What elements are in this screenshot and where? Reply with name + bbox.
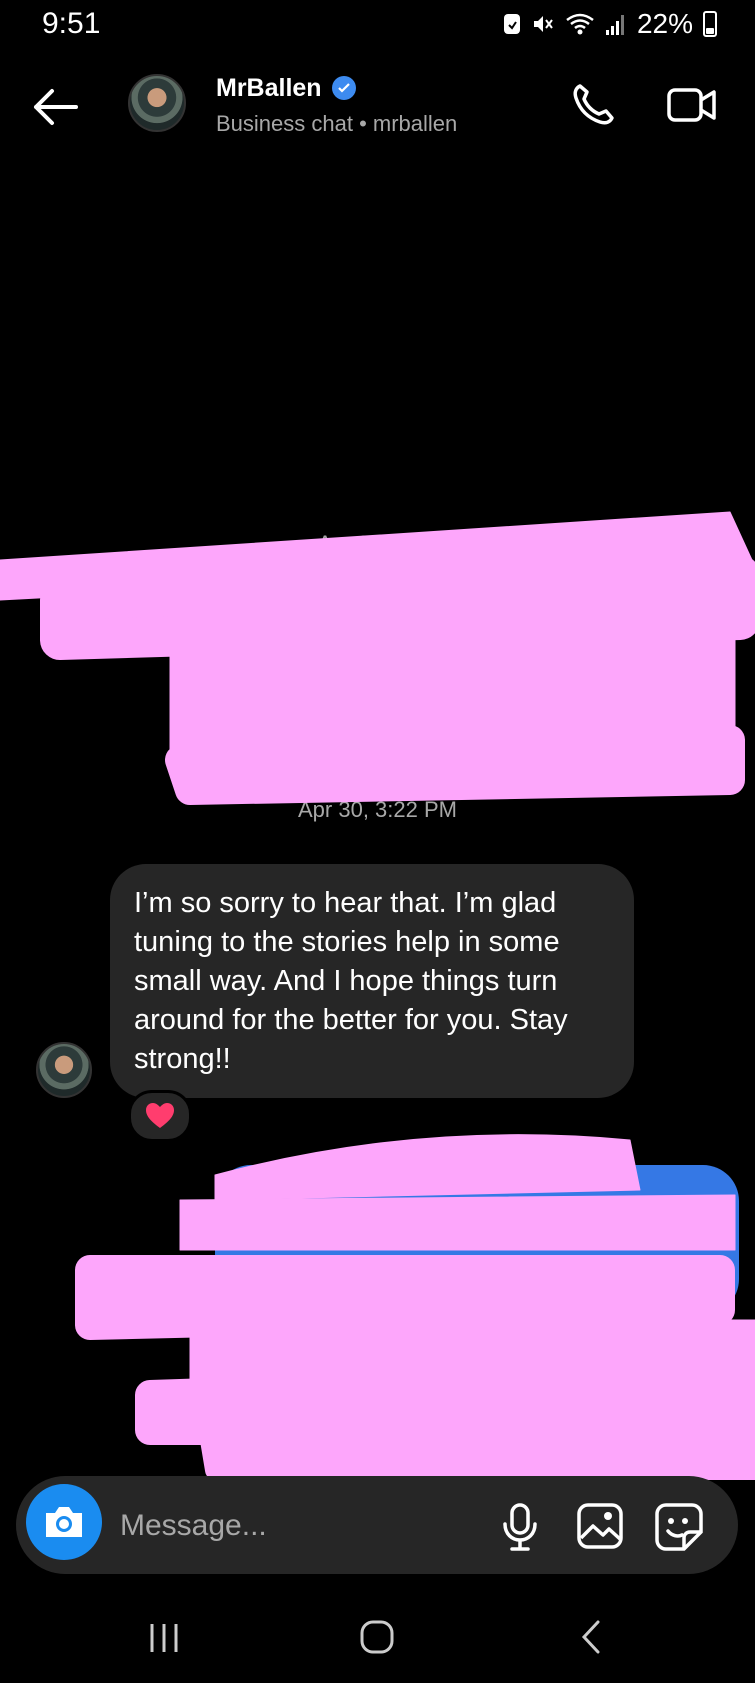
sticker-icon: [655, 1503, 703, 1551]
camera-button[interactable]: [26, 1484, 102, 1560]
gallery-button[interactable]: [576, 1502, 624, 1550]
voice-message-button[interactable]: [498, 1502, 542, 1552]
back-arrow-icon: [34, 89, 78, 125]
sender-avatar[interactable]: [36, 1042, 92, 1098]
contact-subtitle: Business chat • mrballen: [216, 111, 458, 136]
microphone-icon: [503, 1503, 537, 1551]
camera-icon: [46, 1507, 82, 1537]
incoming-message-bubble[interactable]: I’m so sorry to hear that. I’m glad tuni…: [110, 864, 634, 1098]
nav-back-button[interactable]: [576, 1618, 606, 1656]
home-icon: [360, 1620, 394, 1654]
battery-icon: [703, 11, 717, 37]
signal-icon: [605, 15, 624, 35]
battery-percent: 22%: [636, 8, 693, 39]
contact-avatar[interactable]: [128, 74, 186, 132]
outgoing-message-bubble[interactable]: [215, 1165, 739, 1315]
message-timestamp: Apr 30, 10:1: [317, 531, 438, 556]
heart-icon: [146, 1103, 174, 1128]
redaction-scribble: [0, 511, 755, 1507]
video-call-button[interactable]: [666, 82, 718, 128]
message-timestamp: Apr 30, 3:22 PM: [298, 797, 457, 822]
contact-name[interactable]: MrBallen: [216, 72, 356, 104]
nav-home-button[interactable]: [358, 1618, 396, 1656]
status-icons: 22%: [503, 8, 717, 40]
verified-badge-icon: [331, 76, 356, 100]
phone-icon: [573, 84, 614, 125]
contact-name-label: MrBallen: [216, 74, 322, 102]
incoming-message-text: I’m so sorry to hear that. I’m glad tuni…: [134, 887, 568, 1075]
gallery-icon: [577, 1503, 623, 1549]
sticker-button[interactable]: [654, 1502, 704, 1552]
recents-icon: [150, 1624, 178, 1652]
nav-back-icon: [581, 1620, 600, 1654]
message-reaction[interactable]: [128, 1090, 192, 1142]
message-input[interactable]: [118, 1498, 482, 1554]
lock-icon: [503, 14, 520, 34]
wifi-icon: [566, 13, 594, 35]
nav-recents-button[interactable]: [146, 1620, 182, 1656]
back-button[interactable]: [28, 82, 84, 132]
voice-call-button[interactable]: [568, 80, 618, 130]
video-camera-icon: [667, 88, 716, 122]
mute-icon: [533, 16, 553, 32]
status-time: 9:51: [42, 7, 101, 40]
